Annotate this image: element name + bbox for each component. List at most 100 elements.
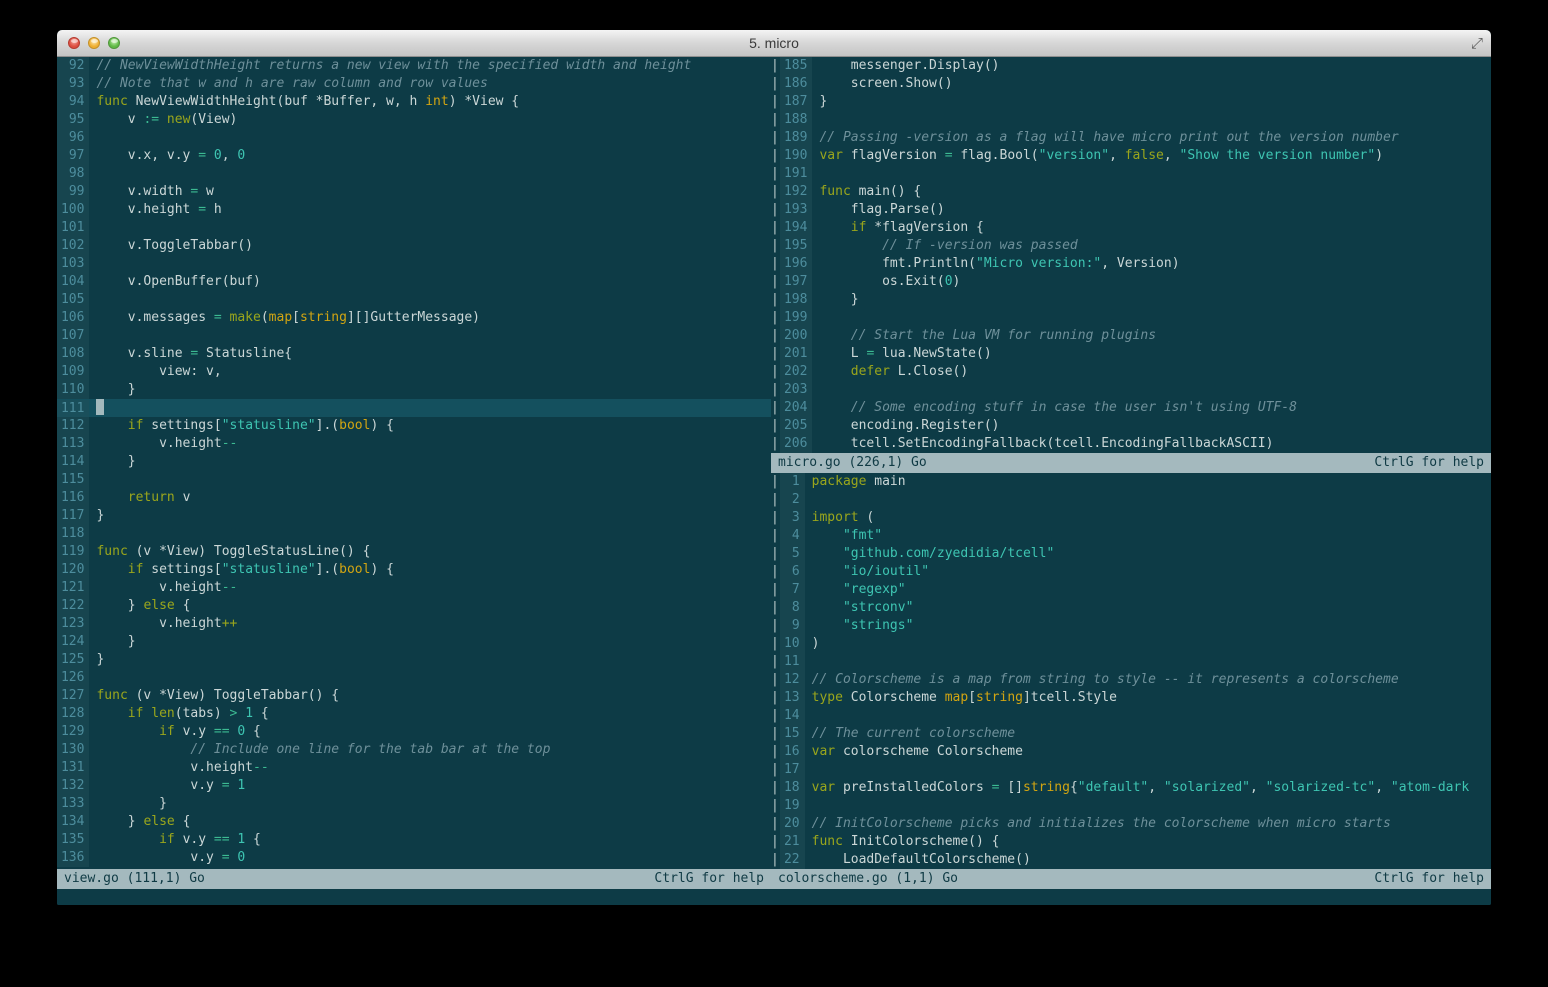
code-line[interactable]: | 10) — [771, 635, 1491, 653]
resize-icon[interactable]: ⤢ — [1471, 34, 1483, 52]
code-line[interactable]: 93// Note that w and h are raw column an… — [57, 75, 771, 93]
code-line[interactable]: 117} — [57, 507, 771, 525]
top-right-pane-micro-go[interactable]: | 185 messenger.Display() | 186 screen.Show… — [771, 57, 1491, 453]
code-line[interactable]: 111 — [57, 399, 771, 417]
code-line[interactable]: | 3 import ( — [771, 509, 1491, 527]
code-line[interactable]: | 7 "regexp" — [771, 581, 1491, 599]
code-line[interactable]: 130 // Include one line for the tab bar … — [57, 741, 771, 759]
code-line[interactable]: 92// NewViewWidthHeight returns a new vi… — [57, 57, 771, 75]
code-line[interactable]: | 15// The current colorscheme — [771, 725, 1491, 743]
code-line[interactable]: | 14 — [771, 707, 1491, 725]
code-line[interactable]: | 198 } — [771, 291, 1491, 309]
code-line[interactable]: | 1 package main — [771, 473, 1491, 491]
code-line[interactable]: 107 — [57, 327, 771, 345]
code-line[interactable]: | 9 "strings" — [771, 617, 1491, 635]
code-line[interactable]: 94 func NewViewWidthHeight(buf *Buffer, w… — [57, 93, 771, 111]
code-line[interactable]: | 17 — [771, 761, 1491, 779]
code-line[interactable]: | 200 // Start the Lua VM for running plu… — [771, 327, 1491, 345]
code-line[interactable]: 109 view: v, — [57, 363, 771, 381]
code-line[interactable]: 136 v.y = 0 — [57, 849, 771, 867]
code-line[interactable]: 120 if settings["statusline"].(bool) { — [57, 561, 771, 579]
code-line[interactable]: | 195 // If -version was passed — [771, 237, 1491, 255]
code-line[interactable]: 124 } — [57, 633, 771, 651]
code-line[interactable]: 129 if v.y == 0 { — [57, 723, 771, 741]
code-line[interactable]: | 5 "github.com/zyedidia/tcell" — [771, 545, 1491, 563]
code-line[interactable]: | 18 var preInstalledColors = []string{"de… — [771, 779, 1491, 797]
code-line[interactable]: 105 — [57, 291, 771, 309]
code-line[interactable]: 100 v.height = h — [57, 201, 771, 219]
code-line[interactable]: | 22 LoadDefaultColorscheme() — [771, 851, 1491, 869]
code-line[interactable]: 112 if settings["statusline"].(bool) { — [57, 417, 771, 435]
code-line[interactable]: | 187} — [771, 93, 1491, 111]
code-line[interactable]: 103 — [57, 255, 771, 273]
code-line[interactable]: 104 v.OpenBuffer(buf) — [57, 273, 771, 291]
window-titlebar[interactable]: 5. micro ⤢ — [57, 30, 1491, 57]
code-line[interactable]: 106 v.messages = make(map[string][]Gutte… — [57, 309, 771, 327]
code-line[interactable]: | 206 tcell.SetEncodingFallback(tcell.Enc… — [771, 435, 1491, 453]
code-line[interactable]: | 202 defer L.Close() — [771, 363, 1491, 381]
code-line[interactable]: | 191 — [771, 165, 1491, 183]
code-line[interactable]: | 2 — [771, 491, 1491, 509]
code-line[interactable]: 101 — [57, 219, 771, 237]
code-line[interactable]: 95 v := new(View) — [57, 111, 771, 129]
code-line[interactable]: | 188 — [771, 111, 1491, 129]
code-line[interactable]: 108 v.sline = Statusline{ — [57, 345, 771, 363]
code-line[interactable]: | 19 — [771, 797, 1491, 815]
bottom-right-pane-colorscheme-go[interactable]: | 1 package main | 2 | 3 import (| 4 "fmt" | 5 "gi… — [771, 473, 1491, 869]
left-pane-view-go[interactable]: 92// NewViewWidthHeight returns a new vi… — [57, 57, 771, 889]
code-line[interactable]: | 194 if *flagVersion { — [771, 219, 1491, 237]
code-line[interactable]: 118 — [57, 525, 771, 543]
code-line[interactable]: 119 func (v *View) ToggleStatusLine() { — [57, 543, 771, 561]
code-line[interactable]: 114 } — [57, 453, 771, 471]
code-line[interactable]: 134 } else { — [57, 813, 771, 831]
code-line[interactable]: 135 if v.y == 1 { — [57, 831, 771, 849]
minimize-button[interactable] — [88, 37, 100, 49]
code-line[interactable]: | 185 messenger.Display() — [771, 57, 1491, 75]
code-line[interactable]: | 203 — [771, 381, 1491, 399]
code-line[interactable]: | 4 "fmt" — [771, 527, 1491, 545]
code-line[interactable]: | 192 func main() { — [771, 183, 1491, 201]
code-line[interactable]: | 190 var flagVersion = flag.Bool("version… — [771, 147, 1491, 165]
code-line[interactable]: | 205 encoding.Register() — [771, 417, 1491, 435]
code-line[interactable]: 125} — [57, 651, 771, 669]
code-line[interactable]: 128 if len(tabs) > 1 { — [57, 705, 771, 723]
code-line[interactable]: 116 return v — [57, 489, 771, 507]
code-line[interactable]: 113 v.height-- — [57, 435, 771, 453]
code-line[interactable]: | 186 screen.Show() — [771, 75, 1491, 93]
code-line[interactable]: 133 } — [57, 795, 771, 813]
code-line[interactable]: 127 func (v *View) ToggleTabbar() { — [57, 687, 771, 705]
code-line[interactable]: 122 } else { — [57, 597, 771, 615]
code-line[interactable]: 98 — [57, 165, 771, 183]
code-line[interactable]: 123 v.height++ — [57, 615, 771, 633]
code-line[interactable]: | 8 "strconv" — [771, 599, 1491, 617]
code-line[interactable]: 102 v.ToggleTabbar() — [57, 237, 771, 255]
code-line[interactable]: | 201 L = lua.NewState() — [771, 345, 1491, 363]
close-button[interactable] — [68, 37, 80, 49]
code-line[interactable]: | 189// Passing -version as a flag will h… — [771, 129, 1491, 147]
code-line[interactable]: | 6 "io/ioutil" — [771, 563, 1491, 581]
code-line[interactable]: 96 — [57, 129, 771, 147]
code-line[interactable]: 115 — [57, 471, 771, 489]
code-line[interactable]: | 197 os.Exit(0) — [771, 273, 1491, 291]
code-line[interactable]: 97 v.x, v.y = 0, 0 — [57, 147, 771, 165]
code-line[interactable]: | 16 var colorscheme Colorscheme — [771, 743, 1491, 761]
code-line[interactable]: 131 v.height-- — [57, 759, 771, 777]
code-line[interactable]: | 11 — [771, 653, 1491, 671]
code-line[interactable]: 110 } — [57, 381, 771, 399]
code-line[interactable]: | 199 — [771, 309, 1491, 327]
code-line[interactable]: 99 v.width = w — [57, 183, 771, 201]
code-line[interactable]: | 193 flag.Parse() — [771, 201, 1491, 219]
zoom-button[interactable] — [108, 37, 120, 49]
code-line[interactable]: 132 v.y = 1 — [57, 777, 771, 795]
code-area[interactable]: 92// NewViewWidthHeight returns a new vi… — [57, 57, 771, 869]
code-line[interactable]: 126 — [57, 669, 771, 687]
command-line[interactable] — [57, 889, 1491, 905]
code-line[interactable]: | 196 fmt.Println("Micro version:", Versi… — [771, 255, 1491, 273]
code-area[interactable]: | 185 messenger.Display() | 186 screen.Show… — [771, 57, 1491, 453]
code-line[interactable]: | 20// InitColorscheme picks and initiali… — [771, 815, 1491, 833]
code-line[interactable]: | 21 func InitColorscheme() { — [771, 833, 1491, 851]
code-area[interactable]: | 1 package main | 2 | 3 import (| 4 "fmt" | 5 "gi… — [771, 473, 1491, 869]
code-line[interactable]: 121 v.height-- — [57, 579, 771, 597]
code-line[interactable]: | 13 type Colorscheme map[string]tcell.Sty… — [771, 689, 1491, 707]
code-line[interactable]: | 204 // Some encoding stuff in case the … — [771, 399, 1491, 417]
